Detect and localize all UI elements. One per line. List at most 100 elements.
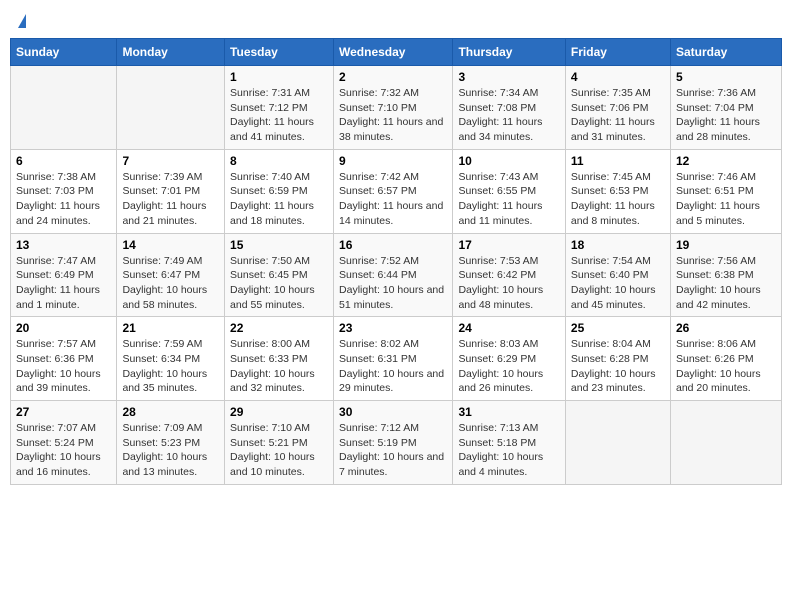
day-of-week-header: Tuesday [225,39,334,66]
day-number: 23 [339,321,447,335]
day-number: 22 [230,321,328,335]
day-number: 20 [16,321,111,335]
day-number: 18 [571,238,665,252]
day-info: Sunrise: 7:45 AMSunset: 6:53 PMDaylight:… [571,170,665,229]
day-number: 15 [230,238,328,252]
day-info: Sunrise: 7:32 AMSunset: 7:10 PMDaylight:… [339,86,447,145]
day-number: 16 [339,238,447,252]
calendar-cell: 5 Sunrise: 7:36 AMSunset: 7:04 PMDaylight… [670,66,781,150]
day-info: Sunrise: 7:47 AMSunset: 6:49 PMDaylight:… [16,254,111,313]
day-info: Sunrise: 7:13 AMSunset: 5:18 PMDaylight:… [458,421,559,480]
day-number: 19 [676,238,776,252]
page-header [10,10,782,30]
day-info: Sunrise: 8:03 AMSunset: 6:29 PMDaylight:… [458,337,559,396]
day-number: 26 [676,321,776,335]
day-number: 27 [16,405,111,419]
day-number: 4 [571,70,665,84]
day-number: 31 [458,405,559,419]
day-number: 12 [676,154,776,168]
day-info: Sunrise: 7:53 AMSunset: 6:42 PMDaylight:… [458,254,559,313]
day-info: Sunrise: 7:31 AMSunset: 7:12 PMDaylight:… [230,86,328,145]
calendar-cell: 4 Sunrise: 7:35 AMSunset: 7:06 PMDaylight… [565,66,670,150]
calendar-cell: 25 Sunrise: 8:04 AMSunset: 6:28 PMDayligh… [565,317,670,401]
calendar-cell: 11 Sunrise: 7:45 AMSunset: 6:53 PMDayligh… [565,149,670,233]
day-number: 5 [676,70,776,84]
day-info: Sunrise: 8:04 AMSunset: 6:28 PMDaylight:… [571,337,665,396]
day-info: Sunrise: 7:54 AMSunset: 6:40 PMDaylight:… [571,254,665,313]
calendar-cell: 6 Sunrise: 7:38 AMSunset: 7:03 PMDaylight… [11,149,117,233]
day-number: 25 [571,321,665,335]
day-info: Sunrise: 7:39 AMSunset: 7:01 PMDaylight:… [122,170,219,229]
day-of-week-header: Thursday [453,39,565,66]
calendar-cell: 28Sunrise: 7:09 AMSunset: 5:23 PMDayligh… [117,401,225,485]
day-info: Sunrise: 8:02 AMSunset: 6:31 PMDaylight:… [339,337,447,396]
day-info: Sunrise: 7:10 AMSunset: 5:21 PMDaylight:… [230,421,328,480]
calendar-cell: 30Sunrise: 7:12 AMSunset: 5:19 PMDayligh… [334,401,453,485]
calendar-cell: 13 Sunrise: 7:47 AMSunset: 6:49 PMDayligh… [11,233,117,317]
day-number: 24 [458,321,559,335]
day-of-week-header: Sunday [11,39,117,66]
day-number: 11 [571,154,665,168]
calendar-cell: 22Sunrise: 8:00 AMSunset: 6:33 PMDayligh… [225,317,334,401]
day-number: 7 [122,154,219,168]
day-of-week-header: Monday [117,39,225,66]
day-info: Sunrise: 7:34 AMSunset: 7:08 PMDaylight:… [458,86,559,145]
calendar-cell: 19 Sunrise: 7:56 AMSunset: 6:38 PMDayligh… [670,233,781,317]
calendar-cell: 27Sunrise: 7:07 AMSunset: 5:24 PMDayligh… [11,401,117,485]
calendar-cell: 21Sunrise: 7:59 AMSunset: 6:34 PMDayligh… [117,317,225,401]
day-number: 30 [339,405,447,419]
day-info: Sunrise: 7:40 AMSunset: 6:59 PMDaylight:… [230,170,328,229]
day-number: 2 [339,70,447,84]
calendar-cell [565,401,670,485]
day-number: 10 [458,154,559,168]
calendar-cell: 15 Sunrise: 7:50 AMSunset: 6:45 PMDayligh… [225,233,334,317]
calendar-cell: 3 Sunrise: 7:34 AMSunset: 7:08 PMDaylight… [453,66,565,150]
calendar-cell: 16 Sunrise: 7:52 AMSunset: 6:44 PMDayligh… [334,233,453,317]
calendar-cell: 18 Sunrise: 7:54 AMSunset: 6:40 PMDayligh… [565,233,670,317]
calendar-cell: 20 Sunrise: 7:57 AMSunset: 6:36 PMDayligh… [11,317,117,401]
calendar-week-row: 13 Sunrise: 7:47 AMSunset: 6:49 PMDayligh… [11,233,782,317]
day-info: Sunrise: 7:43 AMSunset: 6:55 PMDaylight:… [458,170,559,229]
day-info: Sunrise: 7:38 AMSunset: 7:03 PMDaylight:… [16,170,111,229]
day-number: 13 [16,238,111,252]
calendar-cell: 9 Sunrise: 7:42 AMSunset: 6:57 PMDaylight… [334,149,453,233]
day-of-week-header: Wednesday [334,39,453,66]
day-info: Sunrise: 7:49 AMSunset: 6:47 PMDaylight:… [122,254,219,313]
calendar-cell: 26 Sunrise: 8:06 AMSunset: 6:26 PMDayligh… [670,317,781,401]
logo-triangle-icon [18,14,26,28]
day-number: 6 [16,154,111,168]
calendar-header-row: SundayMondayTuesdayWednesdayThursdayFrid… [11,39,782,66]
day-info: Sunrise: 7:56 AMSunset: 6:38 PMDaylight:… [676,254,776,313]
calendar-cell: 23 Sunrise: 8:02 AMSunset: 6:31 PMDayligh… [334,317,453,401]
calendar-cell: 7 Sunrise: 7:39 AMSunset: 7:01 PMDaylight… [117,149,225,233]
day-info: Sunrise: 7:09 AMSunset: 5:23 PMDaylight:… [122,421,219,480]
day-info: Sunrise: 7:36 AMSunset: 7:04 PMDaylight:… [676,86,776,145]
calendar-cell: 1 Sunrise: 7:31 AMSunset: 7:12 PMDaylight… [225,66,334,150]
day-info: Sunrise: 7:35 AMSunset: 7:06 PMDaylight:… [571,86,665,145]
day-of-week-header: Saturday [670,39,781,66]
day-info: Sunrise: 7:50 AMSunset: 6:45 PMDaylight:… [230,254,328,313]
calendar-week-row: 6 Sunrise: 7:38 AMSunset: 7:03 PMDaylight… [11,149,782,233]
day-info: Sunrise: 7:52 AMSunset: 6:44 PMDaylight:… [339,254,447,313]
calendar-week-row: 1 Sunrise: 7:31 AMSunset: 7:12 PMDaylight… [11,66,782,150]
day-number: 1 [230,70,328,84]
day-number: 8 [230,154,328,168]
day-info: Sunrise: 7:42 AMSunset: 6:57 PMDaylight:… [339,170,447,229]
day-number: 9 [339,154,447,168]
calendar-cell [11,66,117,150]
calendar-cell: 24 Sunrise: 8:03 AMSunset: 6:29 PMDayligh… [453,317,565,401]
calendar-body: 1 Sunrise: 7:31 AMSunset: 7:12 PMDaylight… [11,66,782,485]
calendar-cell: 17Sunrise: 7:53 AMSunset: 6:42 PMDayligh… [453,233,565,317]
calendar-cell [670,401,781,485]
calendar-cell: 12Sunrise: 7:46 AMSunset: 6:51 PMDayligh… [670,149,781,233]
calendar-cell [117,66,225,150]
day-number: 3 [458,70,559,84]
day-of-week-header: Friday [565,39,670,66]
calendar-week-row: 27Sunrise: 7:07 AMSunset: 5:24 PMDayligh… [11,401,782,485]
day-number: 21 [122,321,219,335]
day-info: Sunrise: 7:57 AMSunset: 6:36 PMDaylight:… [16,337,111,396]
calendar-cell: 10 Sunrise: 7:43 AMSunset: 6:55 PMDayligh… [453,149,565,233]
calendar-table: SundayMondayTuesdayWednesdayThursdayFrid… [10,38,782,485]
calendar-cell: 2 Sunrise: 7:32 AMSunset: 7:10 PMDaylight… [334,66,453,150]
day-info: Sunrise: 8:06 AMSunset: 6:26 PMDaylight:… [676,337,776,396]
